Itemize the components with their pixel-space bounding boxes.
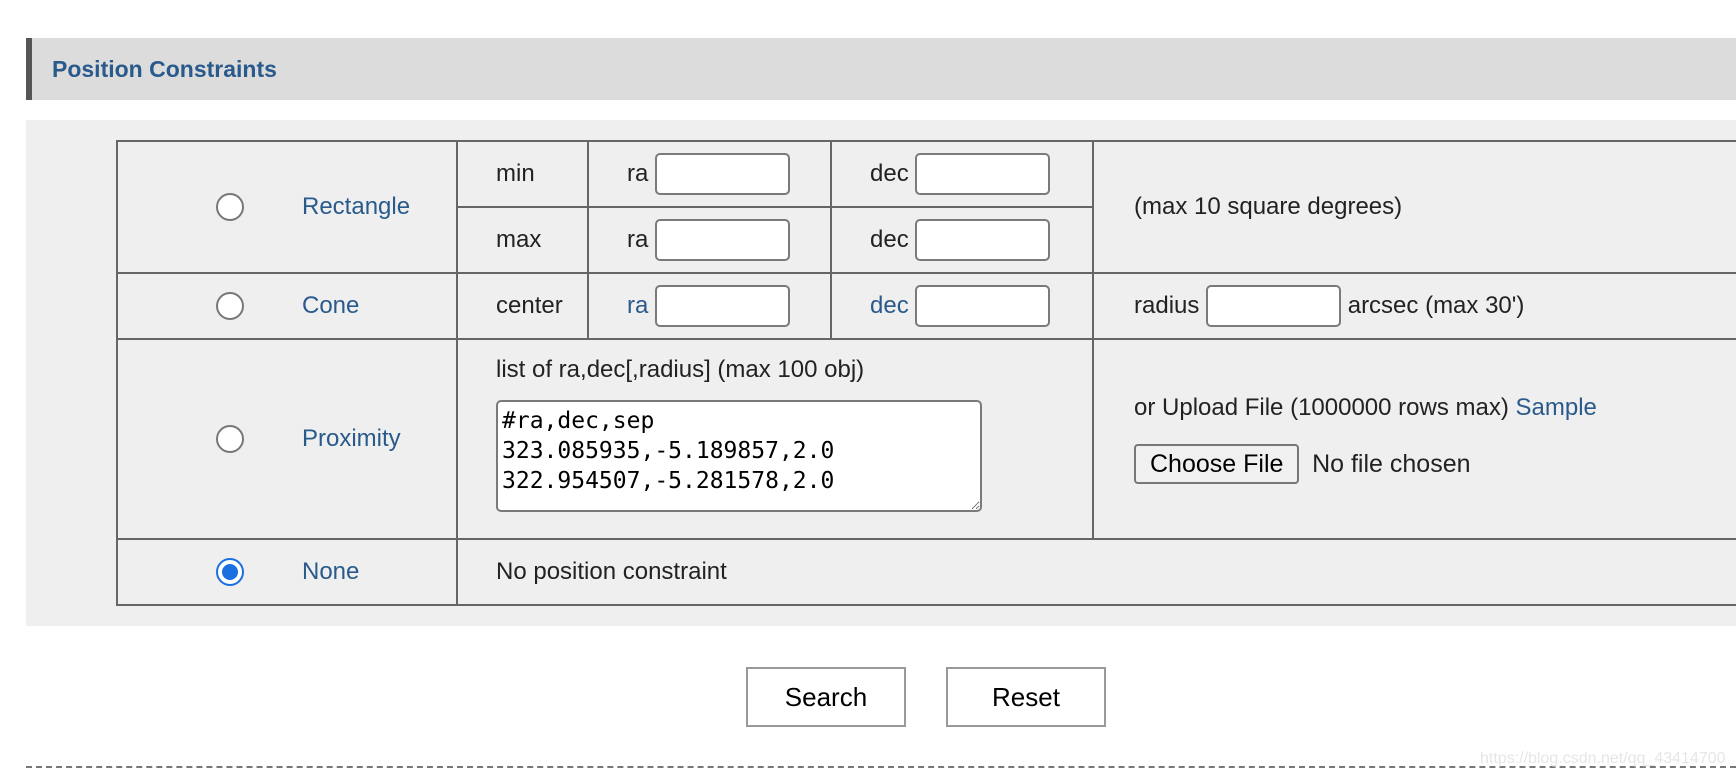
cone-row: Cone center ra dec radius arcsec (max 30…	[116, 272, 1736, 340]
cone-ra-input[interactable]	[655, 285, 791, 327]
section-title: Position Constraints	[52, 56, 277, 82]
max-dec-label: dec	[870, 226, 909, 253]
none-label[interactable]: None	[302, 558, 359, 586]
min-dec-input[interactable]	[915, 153, 1051, 195]
search-button[interactable]: Search	[746, 667, 906, 727]
rectangle-radio[interactable]	[216, 193, 244, 221]
max-dec-input[interactable]	[915, 219, 1051, 261]
rectangle-note: (max 10 square degrees)	[1134, 193, 1403, 220]
min-label: min	[496, 160, 535, 187]
min-dec-label: dec	[870, 160, 909, 187]
rectangle-label[interactable]: Rectangle	[302, 193, 410, 221]
proximity-row: Proximity list of ra,dec[,radius] (max 1…	[116, 338, 1736, 540]
min-ra-input[interactable]	[655, 153, 791, 195]
sample-link[interactable]: Sample	[1516, 394, 1597, 421]
max-ra-label: ra	[627, 226, 649, 253]
cone-ra-cell: ra	[587, 272, 832, 340]
max-ra-input[interactable]	[655, 219, 791, 261]
cone-dec-link[interactable]: dec	[870, 292, 909, 319]
proximity-radio[interactable]	[216, 425, 244, 453]
proximity-list-textarea[interactable]	[496, 400, 982, 512]
min-dec-cell: dec	[830, 140, 1094, 208]
center-label-cell: center	[456, 272, 589, 340]
cone-radio[interactable]	[216, 292, 244, 320]
proximity-list-cell: list of ra,dec[,radius] (max 100 obj)	[456, 338, 1094, 540]
section-header: Position Constraints	[26, 38, 1736, 100]
none-text: No position constraint	[496, 558, 727, 585]
min-ra-cell: ra	[587, 140, 832, 208]
none-option-cell: None	[116, 538, 458, 606]
cone-radius-cell: radius arcsec (max 30')	[1092, 272, 1736, 340]
choose-file-button[interactable]: Choose File	[1134, 444, 1300, 484]
cone-dec-cell: dec	[830, 272, 1094, 340]
radius-label: radius	[1134, 292, 1200, 319]
proximity-list-label: list of ra,dec[,radius] (max 100 obj)	[496, 356, 865, 383]
min-ra-label: ra	[627, 160, 649, 187]
watermark: https://blog.csdn.net/qq_43414700	[1480, 750, 1726, 767]
cone-option-cell: Cone	[116, 272, 458, 340]
max-dec-cell: dec	[830, 206, 1094, 274]
proximity-upload-cell: or Upload File (1000000 rows max) Sample…	[1092, 338, 1736, 540]
center-label: center	[496, 292, 563, 319]
reset-button[interactable]: Reset	[946, 667, 1106, 727]
max-label: max	[496, 226, 542, 253]
cone-dec-input[interactable]	[915, 285, 1051, 327]
max-ra-cell: ra	[587, 206, 832, 274]
max-label-cell: max	[456, 206, 589, 274]
rectangle-note-cell: (max 10 square degrees)	[1092, 140, 1736, 274]
none-radio[interactable]	[216, 558, 244, 586]
rectangle-row-min: Rectangle min ra dec (max 10 square degr…	[116, 140, 1736, 274]
proximity-option-cell: Proximity	[116, 338, 458, 540]
cone-label[interactable]: Cone	[302, 292, 359, 320]
no-file-chosen-text: No file chosen	[1312, 449, 1471, 478]
constraints-table: Rectangle min ra dec (max 10 square degr…	[116, 140, 1736, 606]
proximity-label[interactable]: Proximity	[302, 425, 401, 453]
radius-unit: arcsec (max 30')	[1347, 292, 1525, 319]
upload-label: or Upload File (1000000 rows max)	[1134, 394, 1509, 421]
none-text-cell: No position constraint	[456, 538, 1736, 606]
none-row: None No position constraint	[116, 538, 1736, 606]
rectangle-option-cell: Rectangle	[116, 140, 458, 274]
cone-ra-link[interactable]: ra	[627, 292, 648, 319]
radius-input[interactable]	[1206, 285, 1342, 327]
min-label-cell: min	[456, 140, 589, 208]
